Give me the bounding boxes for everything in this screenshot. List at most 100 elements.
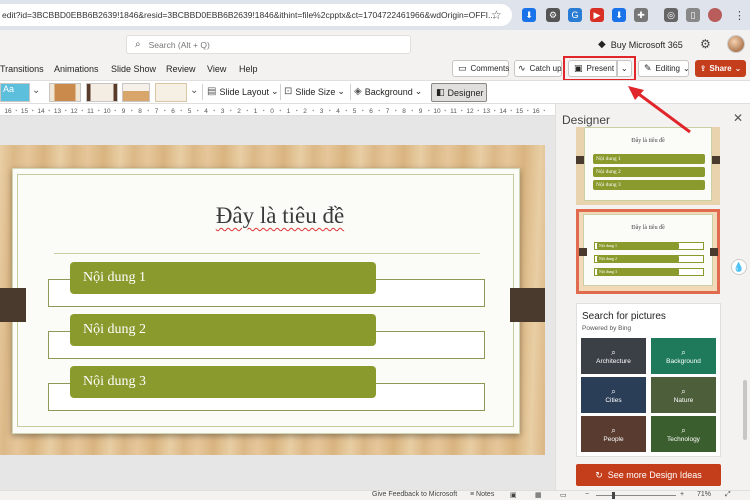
normal-view-icon[interactable]: ▣ <box>510 491 517 499</box>
extension-puzzle-icon[interactable]: ✚ <box>634 8 648 22</box>
theme-thumb-3[interactable] <box>86 83 118 102</box>
content-item-3[interactable]: Nội dung 3 <box>70 366 376 398</box>
buy-microsoft-365-button[interactable]: ◆ Buy Microsoft 365 <box>598 39 683 50</box>
zoom-out-icon[interactable]: − <box>585 491 589 498</box>
zoom-slider-thumb[interactable] <box>612 492 615 499</box>
bookmark-star-icon[interactable]: ☆ <box>491 8 502 22</box>
slide-title[interactable]: Đây là tiêu đề <box>120 203 440 229</box>
powered-by-bing: Powered by Bing <box>582 325 632 332</box>
design-idea-1-tab <box>712 156 720 164</box>
background-button[interactable]: ◈ Background ⌄ <box>354 86 422 97</box>
ruler-tick <box>543 109 545 112</box>
user-avatar[interactable] <box>727 35 745 53</box>
ruler-number: 9 <box>419 108 423 115</box>
search-input[interactable]: ⌕ Search (Alt + Q) <box>126 35 411 54</box>
catch-up-icon: ∿ <box>518 63 526 73</box>
picture-category-people[interactable]: ⌕ People <box>581 416 646 452</box>
ruler-tick <box>494 109 496 112</box>
ruler-tick <box>296 109 298 112</box>
search-icon: ⌕ <box>611 386 616 396</box>
ruler-number: 5 <box>353 108 357 115</box>
search-icon: ⌕ <box>135 39 141 50</box>
ruler-number: 6 <box>171 108 175 115</box>
picture-category-background[interactable]: ⌕ Background <box>651 338 716 374</box>
picture-category-technology[interactable]: ⌕ Technology <box>651 416 716 452</box>
picture-category-nature[interactable]: ⌕ Nature <box>651 377 716 413</box>
slide-layout-button[interactable]: ▤ Slide Layout ⌄ <box>207 86 279 97</box>
ruler-scale: 16 15 14 13 12 11 10 9 8 7 6 5 4 3 2 1 0 1 2 3 4 5 6 7 8 9 10 11 12 1… <box>4 108 545 115</box>
ruler-tick <box>345 109 347 112</box>
reading-view-icon[interactable]: ▭ <box>560 491 567 499</box>
extension-download-icon[interactable]: ⬇ <box>522 8 536 22</box>
designer-scrollbar[interactable] <box>743 380 747 440</box>
content-item-1[interactable]: Nội dung 1 <box>70 262 376 294</box>
zoom-slider[interactable] <box>596 495 676 496</box>
ruler-tick <box>180 109 182 112</box>
zoom-in-icon[interactable]: + <box>680 491 684 498</box>
comments-button[interactable]: ▭ Comments <box>452 60 509 77</box>
ruler-number: 5 <box>188 108 192 115</box>
theme-thumb-4[interactable] <box>122 83 150 102</box>
chevron-down-icon: ⌄ <box>271 86 279 96</box>
tab-slide-show[interactable]: Slide Show <box>111 64 156 74</box>
slide-sorter-icon[interactable]: ▦ <box>535 491 542 499</box>
ruler-tick <box>197 109 199 112</box>
tab-animations[interactable]: Animations <box>54 64 99 74</box>
sidebar-panel-icon[interactable]: ▯ <box>686 8 700 22</box>
tab-view[interactable]: View <box>207 64 226 74</box>
give-feedback-link[interactable]: Give Feedback to Microsoft <box>372 491 457 498</box>
design-idea-2-selected[interactable]: Đây là tiêu đề Nội dung 1 Nội dung 2 Nội… <box>576 209 720 294</box>
picture-category-cities[interactable]: ⌕ Cities <box>581 377 646 413</box>
theme-thumb-2[interactable] <box>49 83 81 102</box>
extension-play-icon[interactable]: ▶ <box>590 8 604 22</box>
catch-up-button[interactable]: ∿ Catch up <box>514 60 562 77</box>
extension-gear-icon[interactable]: ⚙ <box>546 8 560 22</box>
slide-size-button[interactable]: ⊡ Slide Size ⌄ <box>284 86 345 97</box>
settings-gear-icon[interactable]: ⚙ <box>700 37 711 51</box>
ruler-number: 16 <box>4 108 12 115</box>
extension-arrow-icon[interactable]: ⬇ <box>612 8 626 22</box>
design-idea-2-card: Đây là tiêu đề Nội dung 1 Nội dung 2 Nội… <box>583 214 713 286</box>
share-icon: ⇪ <box>699 64 707 73</box>
picture-category-architecture[interactable]: ⌕ Architecture <box>581 338 646 374</box>
content-item-2[interactable]: Nội dung 2 <box>70 314 376 346</box>
browser-menu-icon[interactable]: ⋮ <box>734 9 745 22</box>
extension-translate-icon[interactable]: G <box>568 8 582 22</box>
see-more-design-ideas-button[interactable]: ↻ See more Design Ideas <box>576 464 721 486</box>
design-idea-2-tab <box>710 248 718 256</box>
tab-help[interactable]: Help <box>239 64 258 74</box>
profile-avatar[interactable] <box>708 8 722 22</box>
ruler-number: 10 <box>103 108 111 115</box>
ruler-tick <box>246 109 248 112</box>
designer-button[interactable]: ◧ Designer <box>431 83 487 102</box>
picture-category-label: Cities <box>605 396 622 404</box>
tab-transitions[interactable]: Transitions <box>0 64 44 74</box>
tab-review[interactable]: Review <box>166 64 196 74</box>
design-idea-1-item: Nội dung 2 <box>593 167 705 177</box>
notes-button[interactable]: ≡ Notes <box>470 491 494 498</box>
slide-right-tab <box>510 288 545 322</box>
slide-size-label: Slide Size <box>295 86 336 97</box>
horizontal-ruler: 16 15 14 13 12 11 10 9 8 7 6 5 4 3 2 1 0 1 2 3 4 5 6 7 8 9 10 11 12 1… <box>0 104 555 116</box>
address-bar[interactable]: edit?id=3BCBBD0EBB6B2639!1846&resid=3BCB… <box>0 4 512 26</box>
comments-label: Comments <box>470 64 510 73</box>
share-button[interactable]: ⇪ Share ⌄ <box>695 60 746 77</box>
search-icon: ⌕ <box>611 347 616 357</box>
fit-to-window-icon[interactable]: ⤢ <box>725 491 731 499</box>
water-drop-icon[interactable]: 💧 <box>731 259 747 275</box>
ruler-tick <box>428 109 430 112</box>
divider <box>350 84 351 100</box>
ruler-number: 10 <box>433 108 441 115</box>
zoom-level[interactable]: 71% <box>697 491 711 498</box>
close-icon[interactable]: ✕ <box>733 111 743 125</box>
extension-circle-icon[interactable]: ◎ <box>664 8 678 22</box>
editing-mode-button[interactable]: ✎ Editing ⌄ <box>638 60 690 77</box>
search-icon: ⌕ <box>681 425 686 435</box>
theme-thumb-1[interactable]: Aa <box>0 83 30 102</box>
theme-thumb-5[interactable] <box>155 83 187 102</box>
theme-gallery-expand-icon[interactable]: ⌄ <box>32 85 40 96</box>
catch-up-label: Catch up <box>529 64 562 73</box>
ruler-number: 3 <box>221 108 225 115</box>
ruler-number: 12 <box>466 108 474 115</box>
theme-more-icon[interactable]: ⌄ <box>190 85 198 96</box>
